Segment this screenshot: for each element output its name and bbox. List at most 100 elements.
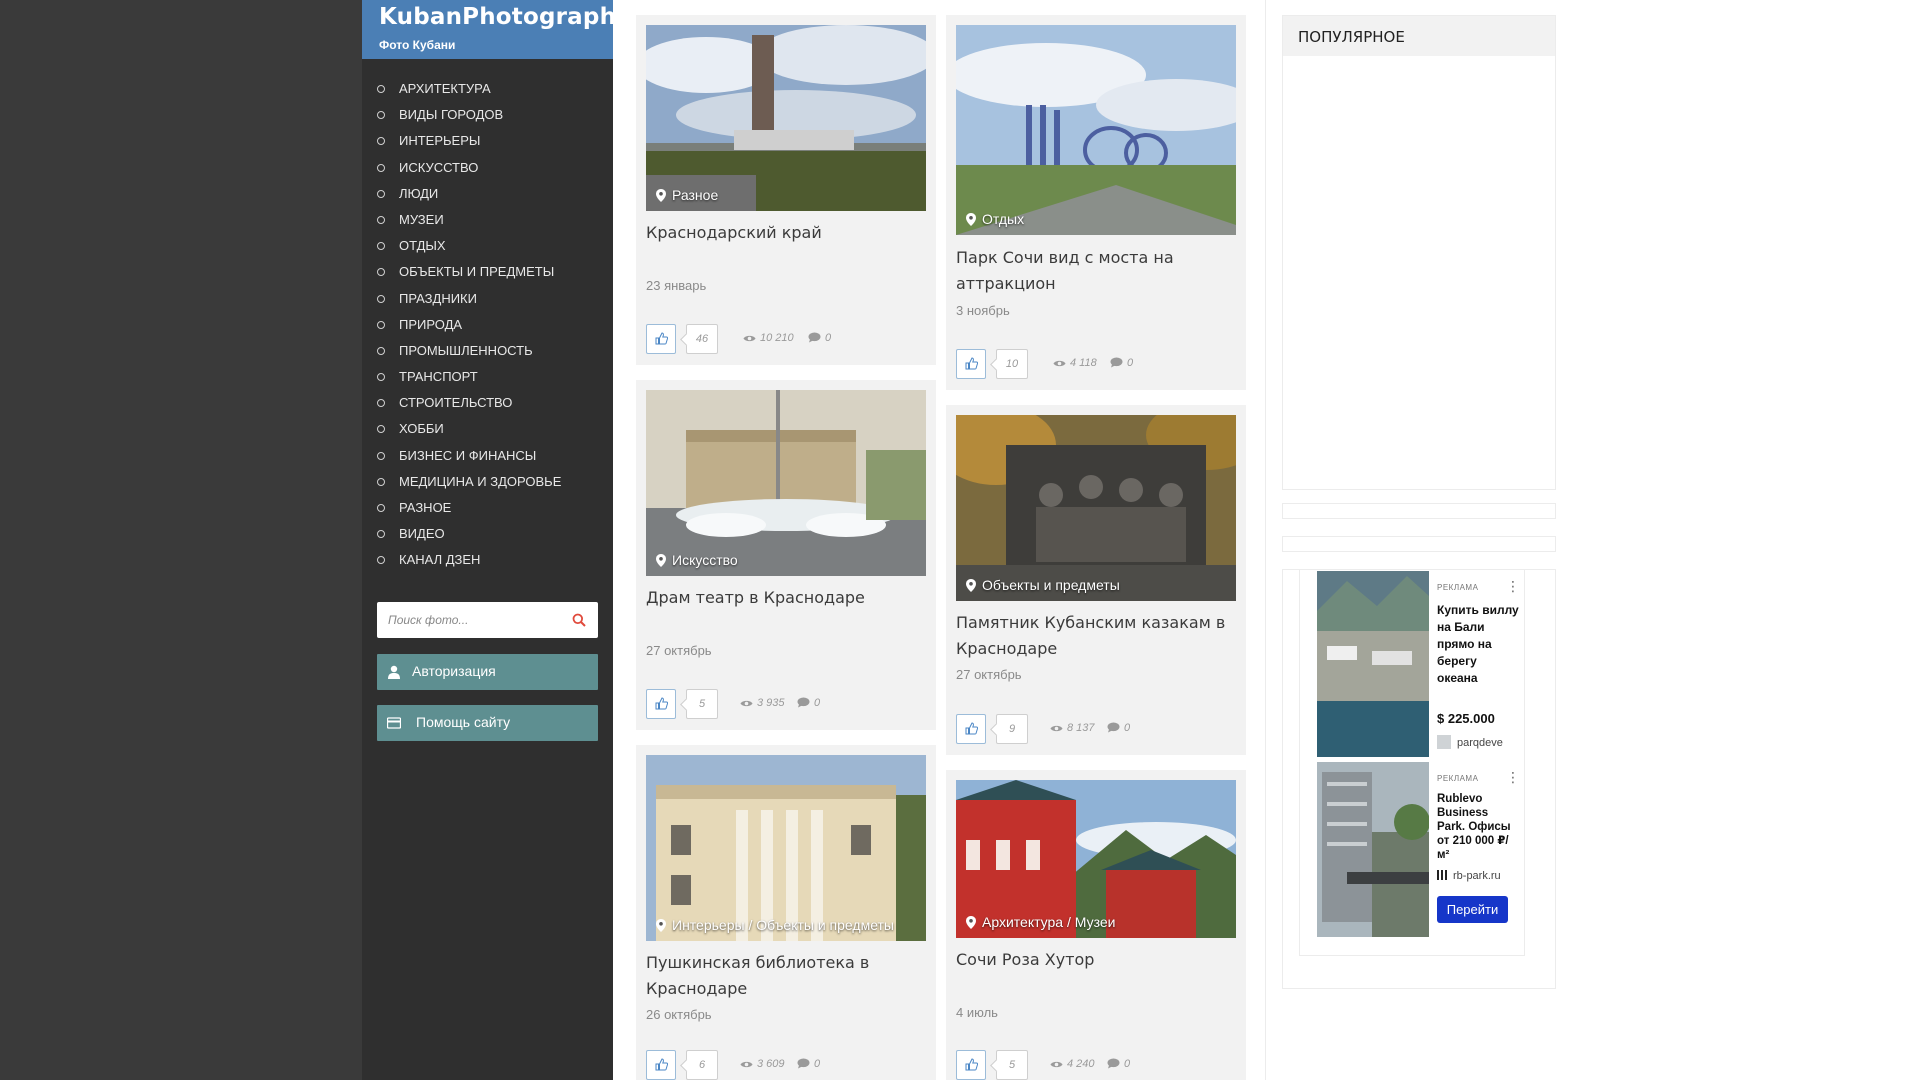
post-category[interactable]: Архитектура / Музеи xyxy=(966,914,1115,930)
circle-bullet-icon xyxy=(377,451,385,460)
post-date: 3 ноябрь xyxy=(956,303,1010,318)
eye-icon xyxy=(1050,1061,1063,1068)
more-options-icon[interactable]: ⋮ xyxy=(1506,770,1520,784)
like-button[interactable] xyxy=(956,1050,986,1080)
post-title[interactable]: Сочи Роза Хутор xyxy=(956,947,1236,973)
post-date: 27 октябрь xyxy=(956,667,1022,682)
ad-image[interactable] xyxy=(1317,571,1429,757)
ad-image[interactable] xyxy=(1317,762,1429,937)
comment-count[interactable]: 0 xyxy=(797,1058,820,1070)
comment-count[interactable]: 0 xyxy=(1107,1058,1130,1070)
post-photo[interactable]: Разное xyxy=(646,25,926,211)
menu-item[interactable]: ТРАНСПОРТ xyxy=(362,366,613,392)
menu-item[interactable]: ПРОМЫШЛЕННОСТЬ xyxy=(362,340,613,366)
view-count: 4 118 xyxy=(1053,357,1097,369)
circle-bullet-icon xyxy=(377,85,385,93)
comment-count[interactable]: 0 xyxy=(797,697,820,709)
post-category[interactable]: Разное xyxy=(656,187,718,203)
menu-item[interactable]: СТРОИТЕЛЬСТВО xyxy=(362,392,613,418)
menu-item[interactable]: АРХИТЕКТУРА xyxy=(362,78,613,104)
site-favicon-icon xyxy=(1437,870,1447,880)
map-pin-icon xyxy=(656,554,666,567)
post-photo[interactable]: Объекты и предметы xyxy=(956,415,1236,601)
thumbs-up-icon xyxy=(655,1058,668,1071)
ad-text[interactable]: Rublevo Business Park. Офисы от 210 000 … xyxy=(1437,792,1519,862)
circle-bullet-icon xyxy=(377,137,385,146)
view-count: 3 609 xyxy=(740,1058,785,1070)
menu-item[interactable]: ХОББИ xyxy=(362,418,613,444)
post-photo[interactable]: Интерьеры / Объекты и предметы xyxy=(646,755,926,941)
like-button[interactable] xyxy=(646,324,676,354)
menu-item[interactable]: ВИДЫ ГОРОДОВ xyxy=(362,104,613,130)
post-card: Интерьеры / Объекты и предметы Пушкинска… xyxy=(636,745,936,1080)
search-icon[interactable] xyxy=(572,613,586,627)
ad-cta-button[interactable]: Перейти xyxy=(1437,896,1508,923)
comment-icon xyxy=(1107,1058,1120,1069)
comment-icon xyxy=(808,332,821,343)
menu-item[interactable]: ИНТЕРЬЕРЫ xyxy=(362,130,613,156)
post-category[interactable]: Интерьеры / Объекты и предметы xyxy=(656,917,894,933)
post-category[interactable]: Объекты и предметы xyxy=(966,577,1120,593)
post-title[interactable]: Парк Сочи вид с моста на аттракцион xyxy=(956,245,1236,297)
comment-icon xyxy=(797,1058,810,1069)
ad-domain[interactable]: parqdeve xyxy=(1437,735,1522,749)
menu-item[interactable]: ЛЮДИ xyxy=(362,183,613,209)
menu-item[interactable]: БИЗНЕС И ФИНАНСЫ xyxy=(362,445,613,471)
like-count: 46 xyxy=(686,324,718,354)
post-title[interactable]: Пушкинская библиотека в Краснодаре xyxy=(646,950,926,1002)
like-count: 9 xyxy=(996,714,1028,744)
search-input[interactable] xyxy=(377,602,568,638)
comment-count[interactable]: 0 xyxy=(1110,357,1133,369)
like-button[interactable] xyxy=(646,1050,676,1080)
post-title[interactable]: Памятник Кубанским казакам в Краснодаре xyxy=(956,610,1236,662)
like-button[interactable] xyxy=(956,349,986,379)
eye-icon xyxy=(1050,725,1063,732)
site-logo[interactable]: KubanPhotography Фото Кубани xyxy=(362,0,631,59)
ad-item[interactable]: РЕКЛАМА ⋮ Rublevo Business Park. Офисы о… xyxy=(1300,762,1524,952)
site-title[interactable]: KubanPhotography xyxy=(379,4,631,30)
thumbs-up-icon xyxy=(965,357,978,370)
post-title[interactable]: Драм театр в Краснодаре xyxy=(646,585,926,611)
circle-bullet-icon xyxy=(377,189,385,198)
like-count: 6 xyxy=(686,1050,718,1080)
post-category[interactable]: Искусство xyxy=(656,552,738,568)
post-category[interactable]: Отдых xyxy=(966,211,1024,227)
post-meta: 9 8 137 0 xyxy=(956,714,1236,744)
like-count: 10 xyxy=(996,349,1028,379)
menu-item[interactable]: ОБЪЕКТЫ И ПРЕДМЕТЫ xyxy=(362,261,613,287)
ad-text[interactable]: Купить виллу на Бали прямо на берегу оке… xyxy=(1437,602,1519,687)
post-photo[interactable]: Искусство xyxy=(646,390,926,576)
like-count: 5 xyxy=(996,1050,1028,1080)
menu-item[interactable]: РАЗНОЕ xyxy=(362,497,613,523)
post-photo[interactable]: Отдых xyxy=(956,25,1236,235)
circle-bullet-icon xyxy=(377,346,385,355)
like-button[interactable] xyxy=(956,714,986,744)
menu-item[interactable]: ОТДЫХ xyxy=(362,235,613,261)
circle-bullet-icon xyxy=(377,425,385,434)
menu-item[interactable]: ПРАЗДНИКИ xyxy=(362,288,613,314)
menu-item[interactable]: ИСКУССТВО xyxy=(362,157,613,183)
post-card: Архитектура / Музеи Сочи Роза Хутор 4 ию… xyxy=(946,770,1246,1080)
post-card: Отдых Парк Сочи вид с моста на аттракцио… xyxy=(946,15,1246,390)
post-title[interactable]: Краснодарский край xyxy=(646,220,926,246)
menu-item[interactable]: МУЗЕИ xyxy=(362,209,613,235)
menu-item[interactable]: ВИДЕО xyxy=(362,523,613,549)
circle-bullet-icon xyxy=(377,163,385,172)
post-card: Разное Краснодарский край 23 январь 46 1… xyxy=(636,15,936,365)
ad-item[interactable]: РЕКЛАМА ⋮ Купить виллу на Бали прямо на … xyxy=(1300,571,1524,761)
post-card: Искусство Драм театр в Краснодаре 27 окт… xyxy=(636,380,936,730)
like-button[interactable] xyxy=(646,689,676,719)
menu-item[interactable]: КАНАЛ ДЗЕН xyxy=(362,549,613,575)
post-photo[interactable]: Архитектура / Музеи xyxy=(956,780,1236,938)
ad-label: РЕКЛАМА xyxy=(1437,774,1479,783)
comment-count[interactable]: 0 xyxy=(1107,722,1130,734)
more-options-icon[interactable]: ⋮ xyxy=(1506,579,1520,593)
login-button[interactable]: Авторизация xyxy=(377,654,598,690)
comment-count[interactable]: 0 xyxy=(808,332,831,344)
circle-bullet-icon xyxy=(377,215,385,224)
menu-item[interactable]: ПРИРОДА xyxy=(362,314,613,340)
ad-domain[interactable]: rb-park.ru xyxy=(1437,870,1522,882)
menu-item[interactable]: МЕДИЦИНА И ЗДОРОВЬЕ xyxy=(362,471,613,497)
category-menu: АРХИТЕКТУРА ВИДЫ ГОРОДОВ ИНТЕРЬЕРЫ ИСКУС… xyxy=(362,78,613,576)
donate-button[interactable]: Помощь сайту xyxy=(377,705,598,741)
